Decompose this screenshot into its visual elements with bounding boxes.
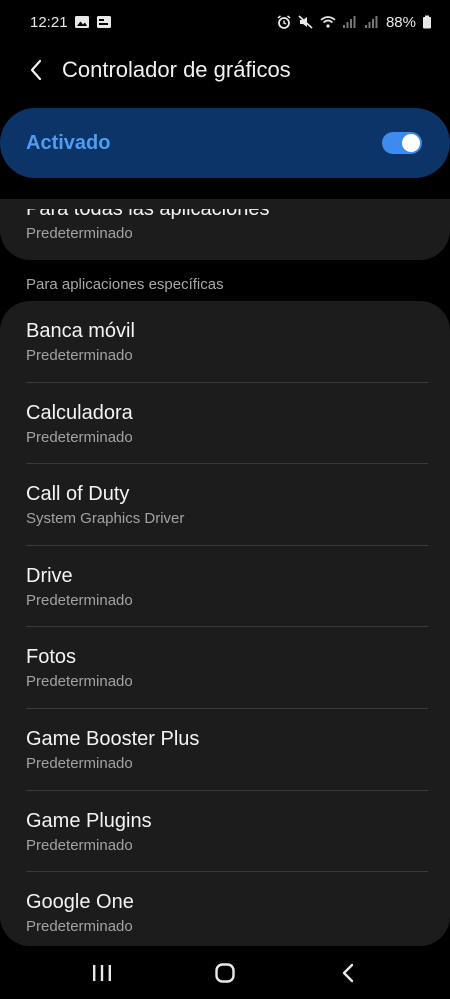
battery-percentage: 88% bbox=[385, 13, 416, 31]
header: Controlador de gráficos bbox=[0, 48, 450, 92]
app-driver-value: Predeterminado bbox=[26, 918, 133, 936]
app-driver-value: Predeterminado bbox=[26, 754, 133, 772]
app-name: Calculadora bbox=[26, 401, 133, 424]
battery-icon bbox=[422, 15, 432, 29]
app-name: Google One bbox=[26, 891, 134, 914]
wifi-icon bbox=[320, 15, 336, 29]
list-item[interactable]: Game Plugins Predeterminado bbox=[0, 791, 450, 873]
back-icon bbox=[343, 963, 354, 982]
apps-list: Banca móvil Predeterminado Calculadora P… bbox=[0, 301, 450, 946]
list-item[interactable]: Game Booster Plus Predeterminado bbox=[0, 709, 450, 791]
recents-button[interactable] bbox=[82, 953, 122, 993]
all-apps-row[interactable]: Para todas las aplicaciones Predetermina… bbox=[0, 199, 450, 260]
list-item[interactable]: Drive Predeterminado bbox=[0, 546, 450, 628]
app-driver-value: Predeterminado bbox=[26, 428, 133, 446]
list-item[interactable]: Calculadora Predeterminado bbox=[0, 383, 450, 465]
app-driver-value: Predeterminado bbox=[26, 836, 133, 854]
toggle-knob bbox=[402, 134, 420, 152]
toggle-switch[interactable] bbox=[382, 132, 422, 154]
signal-icon bbox=[364, 15, 380, 29]
all-apps-title: Para todas las aplicaciones bbox=[26, 199, 270, 220]
home-icon bbox=[215, 962, 235, 983]
alarm-icon bbox=[276, 15, 292, 29]
image-icon bbox=[74, 15, 90, 29]
app-name: Banca móvil bbox=[26, 320, 135, 342]
app-driver-value: System Graphics Driver bbox=[26, 510, 185, 528]
all-apps-value: Predeterminado bbox=[26, 225, 133, 242]
app-name: Game Plugins bbox=[26, 809, 152, 832]
list-item[interactable]: Google One Predeterminado bbox=[0, 872, 450, 946]
chevron-left-icon bbox=[30, 59, 42, 81]
toggle-label: Activado bbox=[26, 131, 111, 154]
notification-icon bbox=[96, 15, 112, 29]
activated-toggle-row[interactable]: Activado bbox=[0, 108, 450, 178]
app-name: Call of Duty bbox=[26, 483, 130, 506]
nav-back-button[interactable] bbox=[328, 953, 368, 993]
status-left: 12:21 bbox=[30, 14, 112, 31]
page-title: Controlador de gráficos bbox=[62, 57, 291, 82]
status-right: 88% bbox=[276, 14, 432, 31]
mute-icon bbox=[298, 15, 314, 29]
app-name: Fotos bbox=[26, 646, 77, 669]
app-driver-value: Predeterminado bbox=[26, 673, 133, 691]
status-bar: 12:21 88% bbox=[0, 0, 450, 44]
list-item[interactable]: Call of Duty System Graphics Driver bbox=[0, 464, 450, 546]
list-item[interactable]: Banca móvil Predeterminado bbox=[0, 301, 450, 383]
back-button[interactable] bbox=[18, 52, 54, 88]
app-name: Drive bbox=[26, 564, 73, 587]
navigation-bar bbox=[0, 946, 450, 999]
home-button[interactable] bbox=[205, 953, 245, 993]
status-time: 12:21 bbox=[30, 13, 68, 31]
section-label: Para aplicaciones específicas bbox=[26, 276, 224, 293]
list-item[interactable]: Fotos Predeterminado bbox=[0, 627, 450, 709]
app-name: Game Booster Plus bbox=[26, 727, 200, 750]
recents-icon bbox=[92, 964, 111, 981]
signal-icon bbox=[342, 15, 358, 29]
app-driver-value: Predeterminado bbox=[26, 591, 133, 609]
app-driver-value: Predeterminado bbox=[26, 347, 133, 364]
